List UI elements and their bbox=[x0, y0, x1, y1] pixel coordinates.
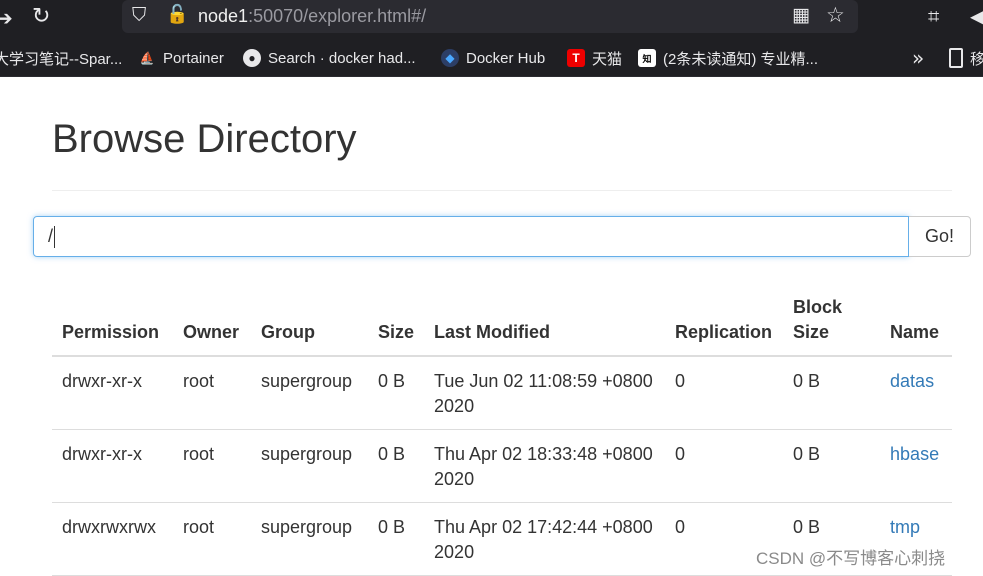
cell-last-modified: Thu Apr 02 17:42:44 +0800 2020 bbox=[424, 502, 666, 576]
star-icon[interactable]: ☆ bbox=[826, 3, 845, 27]
forward-icon[interactable]: ➔ bbox=[0, 6, 13, 30]
directory-table: Permission Owner Group Size Last Modifie… bbox=[52, 289, 952, 576]
bookmark-label: 大学习笔记--Spar... bbox=[0, 50, 123, 68]
bookmark-label: Search · docker had... bbox=[268, 49, 416, 67]
cell-block-size: 0 B bbox=[783, 356, 881, 430]
directory-link[interactable]: tmp bbox=[890, 517, 920, 537]
reload-icon[interactable]: ↻ bbox=[32, 4, 50, 29]
cell-permission: drwxrwxrwx bbox=[52, 502, 173, 576]
explorer-page: Browse Directory / Go! Permission Owner … bbox=[0, 77, 983, 576]
path-value: / bbox=[48, 226, 54, 246]
zhihu-icon: 知 bbox=[638, 49, 656, 67]
cell-size: 0 B bbox=[368, 356, 425, 430]
url-text[interactable]: node1:50070/explorer.html#/ bbox=[198, 6, 426, 27]
directory-link[interactable]: datas bbox=[890, 371, 934, 391]
header-replication[interactable]: Replication bbox=[665, 289, 784, 357]
bookmark-item[interactable]: 知 (2条未读通知) 专业精... bbox=[638, 46, 818, 70]
bookmark-item[interactable]: T 天猫 bbox=[567, 46, 622, 70]
cell-last-modified: Thu Apr 02 18:33:48 +0800 2020 bbox=[424, 429, 666, 503]
address-bar[interactable]: ⛉ 🔓 node1:50070/explorer.html#/ ▦ ☆ bbox=[122, 0, 858, 33]
cell-owner: root bbox=[173, 356, 251, 430]
docker-icon: ◆ bbox=[441, 49, 459, 67]
bookmark-label: (2条未读通知) 专业精... bbox=[663, 50, 819, 68]
divider bbox=[52, 190, 952, 191]
go-button[interactable]: Go! bbox=[909, 216, 971, 257]
header-permission[interactable]: Permission bbox=[52, 289, 173, 357]
github-icon: ● bbox=[243, 49, 261, 67]
insecure-lock-icon[interactable]: 🔓 bbox=[166, 4, 188, 25]
cell-group: supergroup bbox=[251, 429, 368, 503]
mobile-icon bbox=[949, 48, 963, 68]
cell-replication: 0 bbox=[665, 356, 784, 430]
header-size[interactable]: Size bbox=[368, 289, 425, 357]
bookmark-label: 天猫 bbox=[592, 50, 623, 68]
cell-name: hbase bbox=[880, 429, 952, 503]
bookmark-label: Portainer bbox=[163, 49, 224, 67]
directory-link[interactable]: hbase bbox=[890, 444, 939, 464]
watermark: CSDN @不写博客心刺挠 bbox=[756, 549, 946, 568]
table-header-row: Permission Owner Group Size Last Modifie… bbox=[52, 289, 952, 357]
crop-icon[interactable]: ⌗ bbox=[928, 4, 939, 28]
table-row: drwxr-xr-x root supergroup 0 B Thu Apr 0… bbox=[52, 429, 952, 503]
cell-size: 0 B bbox=[368, 429, 425, 503]
bookmark-label: Docker Hub bbox=[466, 49, 546, 67]
bookmark-item[interactable]: ⛵ Portainer bbox=[138, 46, 224, 70]
header-block-size[interactable]: Block Size bbox=[783, 289, 881, 357]
bookmark-item[interactable]: 移 bbox=[949, 46, 983, 70]
cell-size: 0 B bbox=[368, 502, 425, 576]
table-row: drwxr-xr-x root supergroup 0 B Tue Jun 0… bbox=[52, 356, 952, 430]
tmall-icon: T bbox=[567, 49, 585, 67]
header-last-modified[interactable]: Last Modified bbox=[424, 289, 666, 357]
more-bookmarks-icon[interactable]: » bbox=[912, 46, 924, 70]
cell-name: datas bbox=[880, 356, 952, 430]
bookmark-item[interactable]: ◆ Docker Hub bbox=[441, 46, 545, 70]
cell-group: supergroup bbox=[251, 502, 368, 576]
cell-last-modified: Tue Jun 02 11:08:59 +0800 2020 bbox=[424, 356, 666, 430]
bookmark-label: 移 bbox=[970, 50, 983, 68]
cell-block-size: 0 B bbox=[783, 429, 881, 503]
cell-replication: 0 bbox=[665, 429, 784, 503]
cell-permission: drwxr-xr-x bbox=[52, 356, 173, 430]
header-group[interactable]: Group bbox=[251, 289, 368, 357]
header-name[interactable]: Name bbox=[880, 289, 952, 357]
shield-icon[interactable]: ⛉ bbox=[132, 4, 146, 26]
bookmark-item[interactable]: ● Search · docker had... bbox=[243, 46, 416, 70]
header-owner[interactable]: Owner bbox=[173, 289, 251, 357]
cell-permission: drwxr-xr-x bbox=[52, 429, 173, 503]
cell-owner: root bbox=[173, 429, 251, 503]
directory-path-input[interactable]: / bbox=[33, 216, 909, 257]
back-arrow-icon[interactable]: ◀ bbox=[970, 4, 983, 28]
bookmark-item[interactable]: 大学习笔记--Spar... bbox=[0, 46, 122, 70]
qr-code-icon[interactable]: ▦ bbox=[792, 4, 810, 26]
browser-toolbar: ➔ ↻ ⛉ 🔓 node1:50070/explorer.html#/ ▦ ☆ … bbox=[0, 0, 983, 40]
cell-owner: root bbox=[173, 502, 251, 576]
text-cursor bbox=[54, 225, 56, 248]
page-title: Browse Directory bbox=[52, 117, 357, 161]
portainer-icon: ⛵ bbox=[139, 51, 155, 65]
cell-group: supergroup bbox=[251, 356, 368, 430]
